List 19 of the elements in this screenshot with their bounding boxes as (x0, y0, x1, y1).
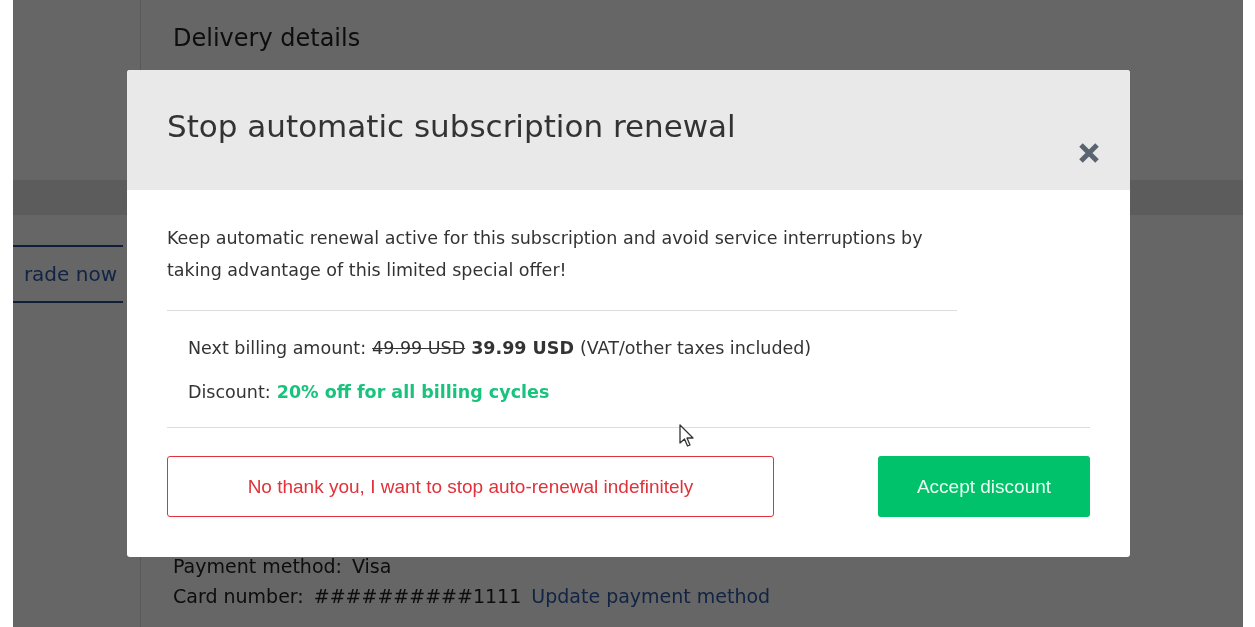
card-number-label: Card number: (173, 585, 304, 607)
update-payment-link[interactable]: Update payment method (531, 585, 771, 607)
tax-note: (VAT/other taxes included) (579, 337, 812, 360)
discount-value: 20% off for all billing cycles (276, 381, 550, 404)
section-title: Delivery details (173, 24, 361, 52)
discount-label: Discount: (188, 381, 271, 404)
payment-method-label: Payment method: (173, 555, 342, 577)
decline-button[interactable]: No thank you, I want to stop auto-renewal indefinitely (167, 456, 774, 517)
new-price: 39.99 USD (471, 337, 574, 360)
billing-label: Next billing amount: (188, 337, 367, 360)
upgrade-button[interactable]: rade now (13, 245, 123, 303)
card-number-value: ##########1111 (313, 585, 522, 607)
dialog-title: Stop automatic subscription renewal (167, 108, 736, 144)
offer-message: Keep automatic renewal active for this subscription and avoid service interruptions by taking advantage of this limited special offer! (167, 222, 957, 311)
payment-method-value: Visa (352, 555, 392, 577)
close-icon[interactable] (1078, 142, 1100, 164)
accept-button[interactable]: Accept discount (878, 456, 1090, 517)
old-price: 49.99 USD (372, 337, 466, 360)
mouse-pointer-icon (679, 424, 695, 448)
